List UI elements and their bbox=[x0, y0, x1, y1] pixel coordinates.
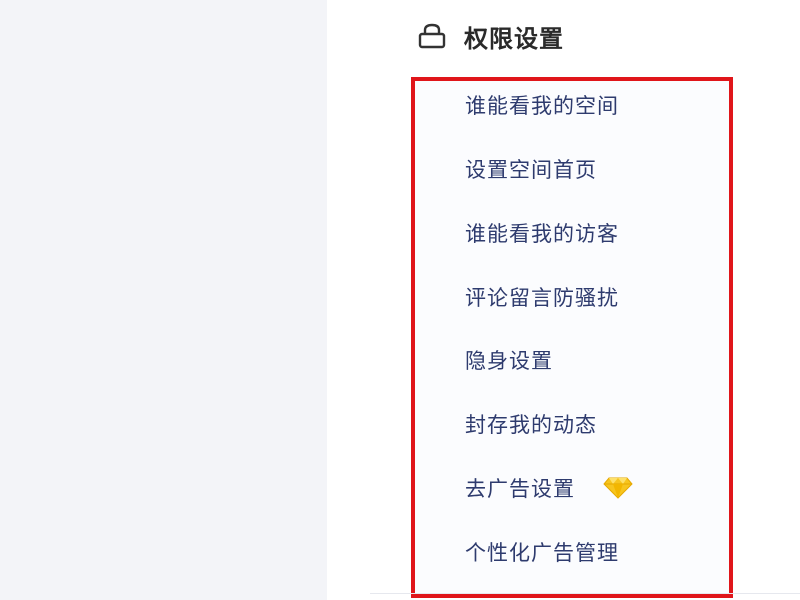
menu-item-who-can-view-space[interactable]: 谁能看我的空间 bbox=[465, 89, 619, 121]
menu-item-comment-anti-harassment[interactable]: 评论留言防骚扰 bbox=[465, 281, 619, 313]
lock-icon bbox=[418, 23, 446, 49]
menu-item-label: 隐身设置 bbox=[465, 349, 553, 373]
menu-item-who-can-view-visitors[interactable]: 谁能看我的访客 bbox=[465, 217, 619, 249]
menu-item-label: 评论留言防骚扰 bbox=[465, 286, 619, 310]
menu-item-label: 设置空间首页 bbox=[465, 158, 597, 182]
menu-item-label: 个性化广告管理 bbox=[465, 541, 619, 565]
section-title: 权限设置 bbox=[464, 24, 564, 53]
permission-settings-header: 权限设置 bbox=[418, 18, 564, 54]
permission-menu-panel: 谁能看我的空间 设置空间首页 谁能看我的访客 评论留言防骚扰 隐身设置 封存我的… bbox=[411, 77, 733, 598]
privacy-settings-page: 权限设置 谁能看我的空间 设置空间首页 谁能看我的访客 评论留言防骚扰 隐身设置… bbox=[0, 0, 800, 600]
divider bbox=[370, 593, 800, 594]
menu-item-ad-removal-settings[interactable]: 去广告设置 bbox=[465, 472, 633, 504]
menu-item-personalized-ad-management[interactable]: 个性化广告管理 bbox=[465, 536, 619, 568]
menu-item-label: 谁能看我的空间 bbox=[465, 94, 619, 118]
menu-item-label: 去广告设置 bbox=[465, 477, 575, 501]
left-sidebar-area bbox=[0, 0, 327, 600]
menu-item-label: 谁能看我的访客 bbox=[465, 222, 619, 246]
menu-item-invisible-settings[interactable]: 隐身设置 bbox=[465, 344, 553, 376]
menu-item-set-space-homepage[interactable]: 设置空间首页 bbox=[465, 153, 597, 185]
menu-item-label: 封存我的动态 bbox=[465, 413, 597, 437]
menu-item-archive-my-posts[interactable]: 封存我的动态 bbox=[465, 408, 597, 440]
diamond-icon bbox=[603, 477, 633, 499]
